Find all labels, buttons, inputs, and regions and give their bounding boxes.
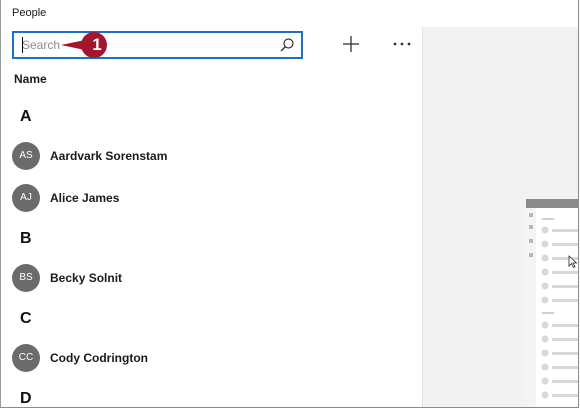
contact-name: Cody Codrington <box>50 351 148 365</box>
letter-header-c[interactable]: C <box>20 310 32 328</box>
sort-label: Name <box>14 72 47 86</box>
contact-name: Aardvark Sorenstam <box>50 149 168 163</box>
callout-number: 1 <box>92 35 102 54</box>
contact-row[interactable]: CC Cody Codrington <box>12 344 412 372</box>
plus-icon <box>343 36 359 52</box>
letter-header-d[interactable]: D <box>20 390 32 407</box>
text-caret <box>22 37 23 53</box>
contact-list-pane: People Name A AS Aar <box>1 0 422 407</box>
contact-row[interactable]: BS Becky Solnit <box>12 264 412 292</box>
contact-name: Becky Solnit <box>50 271 123 285</box>
thumbnail-rows <box>529 213 578 399</box>
more-ellipsis-icon <box>393 42 411 46</box>
add-contact-button[interactable] <box>339 32 363 56</box>
avatar: BS <box>12 264 40 292</box>
avatar: CC <box>12 344 40 372</box>
app-title: People <box>12 7 47 19</box>
contact-row[interactable]: AJ Alice James <box>12 184 412 212</box>
search-input[interactable] <box>22 36 272 54</box>
people-window: People Name A AS Aar <box>0 0 579 408</box>
letter-header-a[interactable]: A <box>20 108 32 126</box>
letter-header-b[interactable]: B <box>20 230 32 248</box>
more-options-button[interactable] <box>389 32 415 56</box>
contact-name: Alice James <box>50 191 120 205</box>
search-box[interactable] <box>12 31 303 59</box>
contact-list-thumbnail <box>526 199 578 407</box>
search-icon[interactable] <box>279 37 295 53</box>
avatar: AS <box>12 142 40 170</box>
contact-row[interactable]: AS Aardvark Sorenstam <box>12 142 412 170</box>
avatar: AJ <box>12 184 40 212</box>
